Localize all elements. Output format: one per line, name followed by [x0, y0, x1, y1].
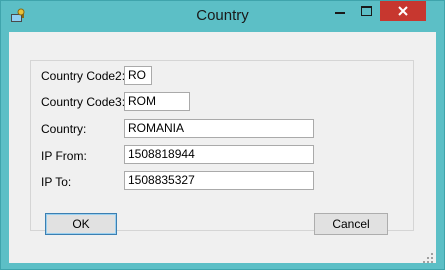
resize-grip-icon[interactable] — [423, 250, 433, 263]
minimize-icon — [335, 3, 345, 19]
ok-button[interactable]: OK — [45, 213, 117, 235]
ip-from-field[interactable]: 1508818944 — [124, 145, 314, 164]
maximize-button[interactable] — [353, 1, 379, 21]
dialog-client-area: Country Code2: RO Country Code3: ROM Cou… — [9, 32, 436, 263]
ip-to-field[interactable]: 1508835327 — [124, 171, 314, 190]
country-dialog-window: Country Country Code2: RO Country Code3:… — [0, 0, 445, 270]
close-icon — [398, 3, 408, 19]
title-bar[interactable]: Country — [1, 1, 444, 31]
ip-from-label: IP From: — [41, 149, 87, 163]
cancel-button[interactable]: Cancel — [314, 213, 388, 235]
minimize-button[interactable] — [327, 1, 353, 21]
country-code2-label: Country Code2: — [41, 69, 126, 83]
country-code3-label: Country Code3: — [41, 95, 126, 109]
ip-to-label: IP To: — [41, 175, 72, 189]
country-code2-field[interactable]: RO — [124, 66, 152, 85]
close-button[interactable] — [380, 1, 426, 21]
country-label: Country: — [41, 122, 87, 136]
country-code3-field[interactable]: ROM — [124, 92, 190, 111]
country-field[interactable]: ROMANIA — [124, 119, 314, 138]
maximize-icon — [360, 3, 372, 19]
